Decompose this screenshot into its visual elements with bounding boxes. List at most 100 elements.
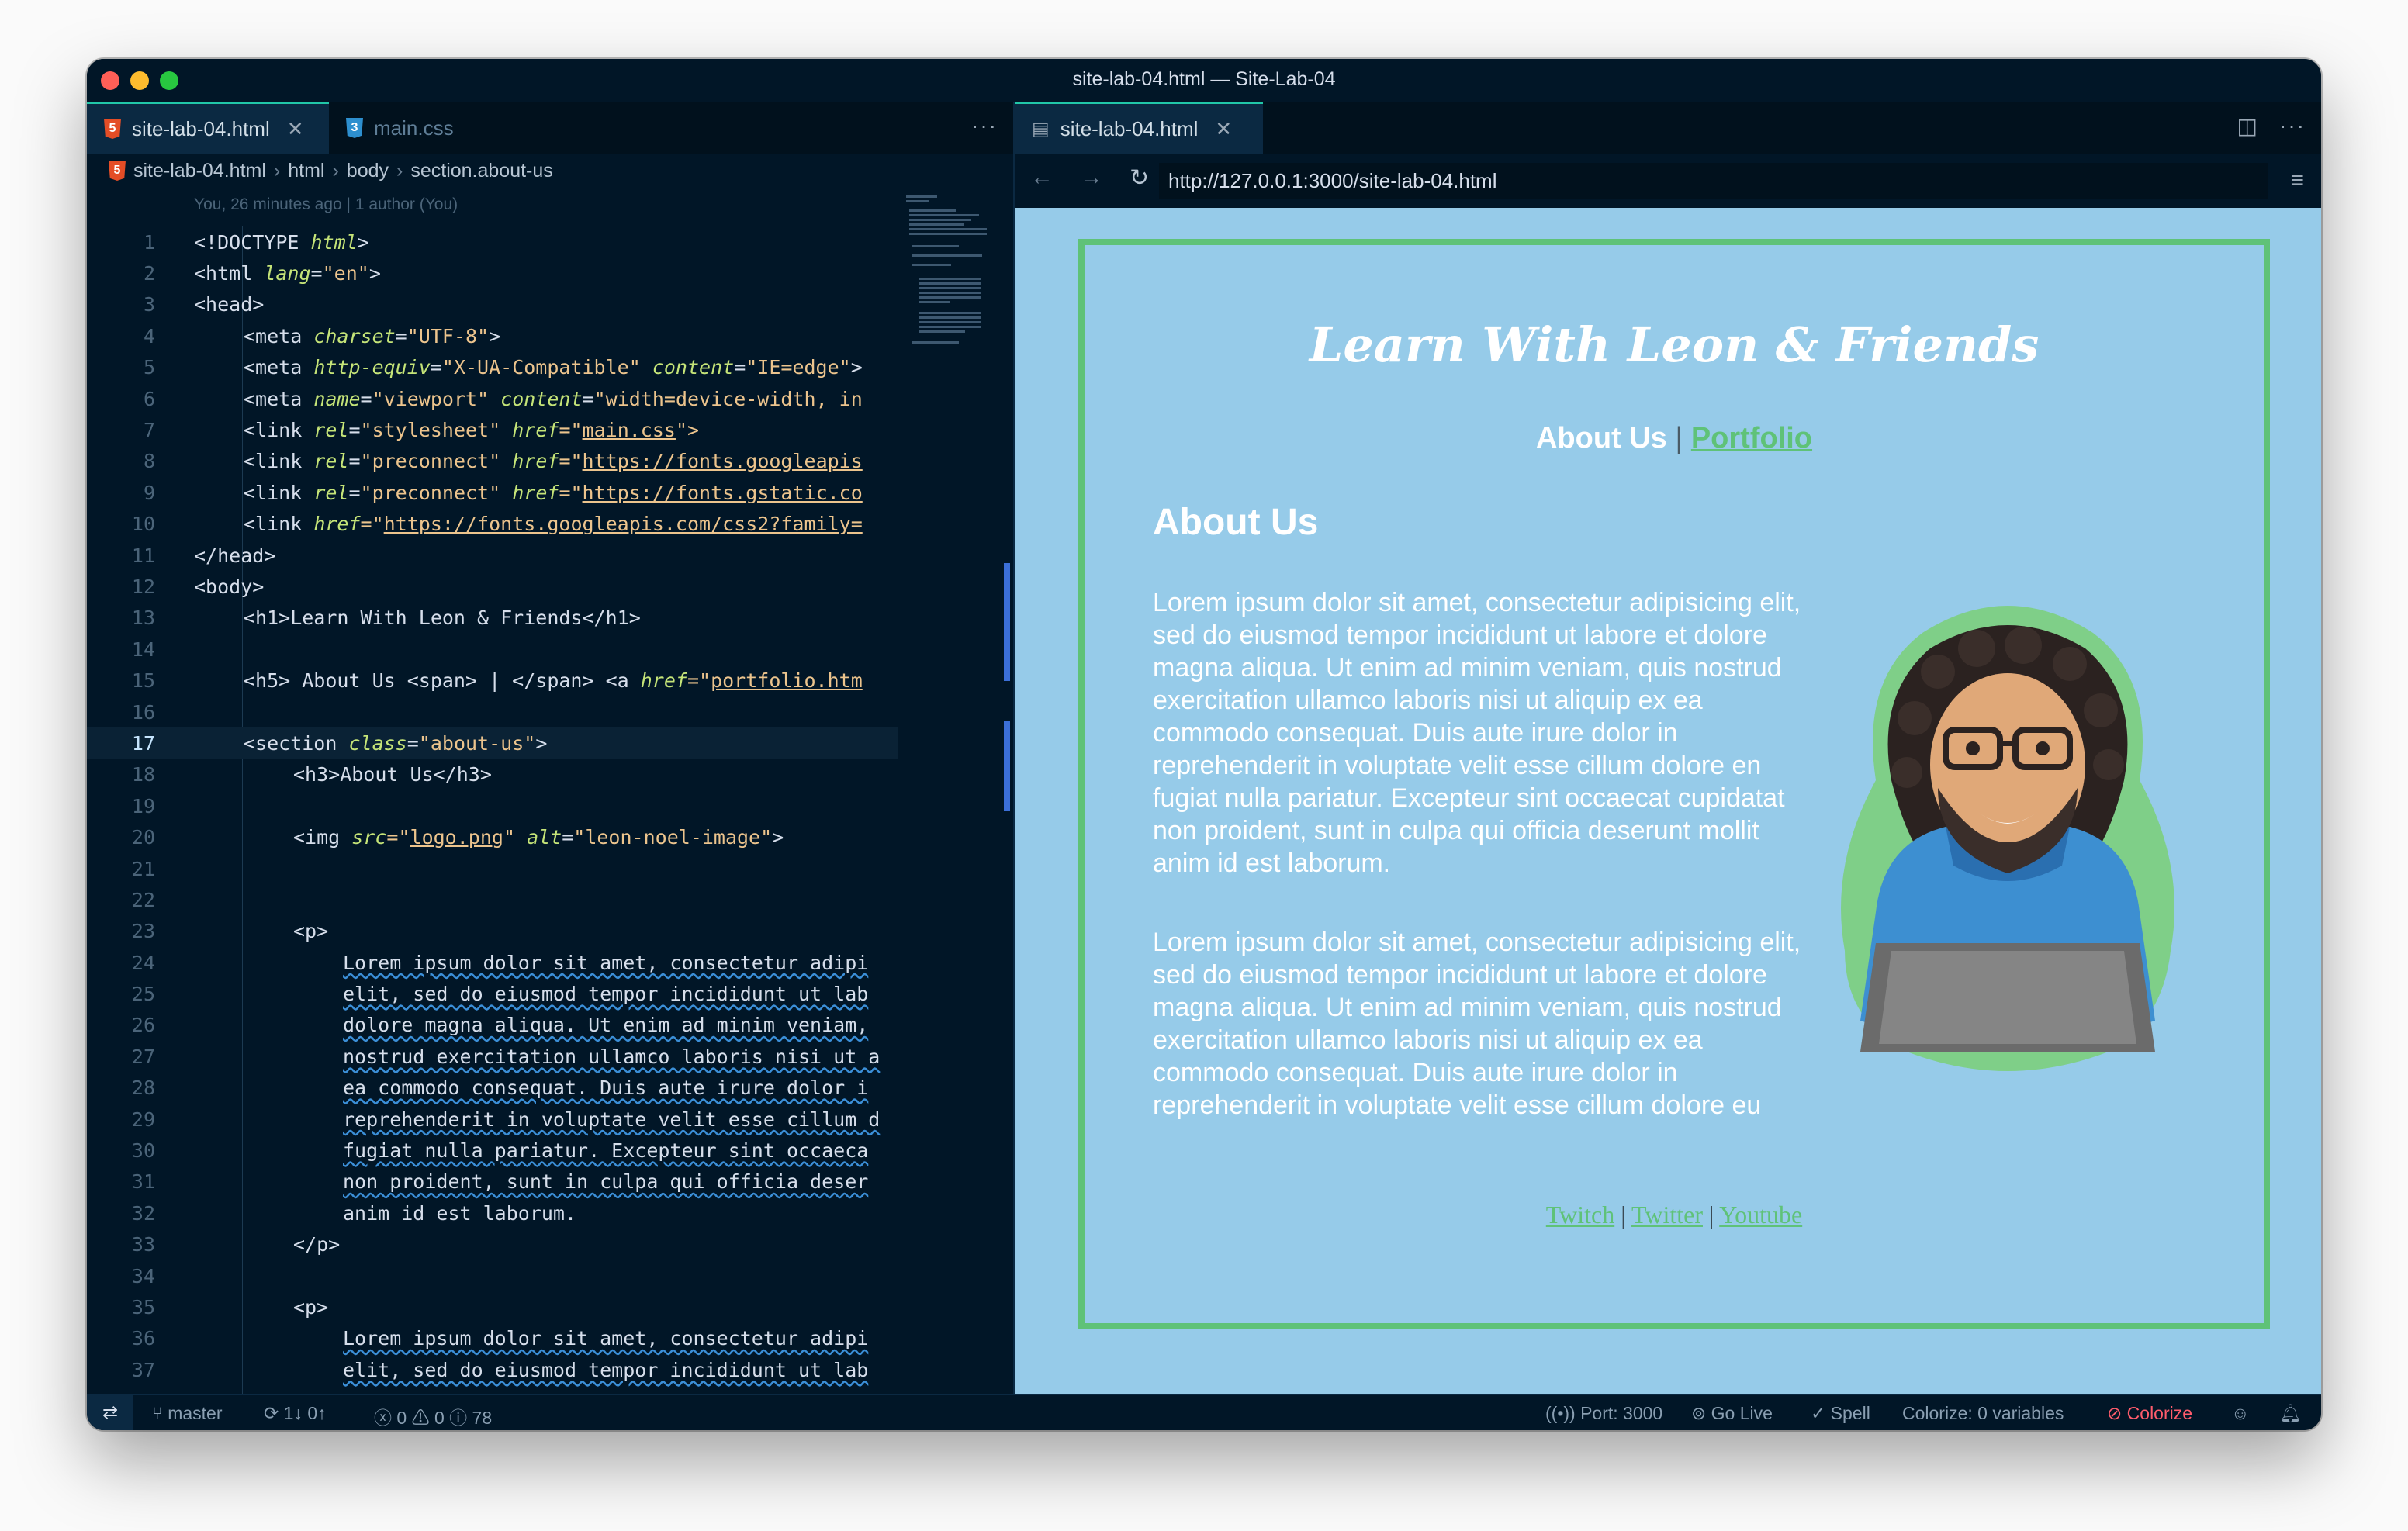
colorize-button[interactable]: ⊘ Colorize: [2107, 1403, 2192, 1424]
code-line: 31 non proident, sunt in culpa qui offici…: [87, 1166, 898, 1197]
chevron-right-icon: ›: [273, 159, 281, 181]
code-line: 21: [87, 853, 898, 884]
about-paragraph-2: Lorem ipsum dolor sit amet, consectetur …: [1153, 926, 2192, 1121]
editor-pane: 5 site-lab-04.html ✕ 3 main.css ··· 5 si…: [87, 102, 1013, 1398]
branch-icon: ⑂: [152, 1403, 168, 1423]
code-line: 13 <h1>Learn With Leon & Friends</h1>: [87, 603, 898, 634]
line-number: 17: [131, 731, 155, 755]
code-line: 22: [87, 884, 898, 915]
line-number: 35: [131, 1295, 155, 1318]
tab-label: site-lab-04.html: [1060, 116, 1199, 140]
status-bar: ⇄ ⑂ master ⟳ 1↓ 0↑ ⓧ 0 ⚠ 0 ⓘ 78 ((•)) Po…: [87, 1394, 2321, 1430]
feedback-icon[interactable]: ☺: [2231, 1403, 2249, 1424]
twitter-link[interactable]: Twitter: [1631, 1201, 1703, 1229]
breadcrumb-file[interactable]: site-lab-04.html: [133, 160, 266, 182]
line-number: 5: [143, 356, 155, 379]
tab-site-lab-04-html[interactable]: 5 site-lab-04.html ✕: [87, 102, 329, 154]
antenna-icon: ⊚: [1691, 1403, 1711, 1423]
reload-icon[interactable]: ↻: [1130, 164, 1149, 192]
line-number: 28: [131, 1077, 155, 1100]
code-line: 19: [87, 790, 898, 821]
breadcrumb-html[interactable]: html: [288, 160, 324, 182]
minimap[interactable]: [898, 188, 998, 1394]
tab-preview[interactable]: ▤ site-lab-04.html ✕: [1015, 102, 1263, 154]
bell-icon[interactable]: 🔔︎: [2279, 1403, 2302, 1424]
code-line: 29 reprehenderit in voluptate velit esse …: [87, 1104, 898, 1135]
css3-icon: 3: [346, 118, 363, 138]
git-branch[interactable]: ⑂ master: [152, 1403, 223, 1424]
chevron-right-icon: ›: [332, 159, 339, 181]
scrollbar-highlight[interactable]: [1004, 563, 1010, 681]
youtube-link[interactable]: Youtube: [1719, 1201, 1802, 1229]
line-number: 25: [131, 983, 155, 1006]
line-number: 27: [131, 1045, 155, 1068]
breadcrumb-section[interactable]: section.about-us: [410, 160, 552, 182]
code-area[interactable]: 1 <!DOCTYPE html> 2 <html lang="en"> 3 <hea…: [87, 226, 898, 1398]
check-icon: ✓: [1811, 1403, 1831, 1423]
go-live-button[interactable]: ⊚ Go Live: [1691, 1403, 1773, 1424]
code-line: 4 <meta charset="UTF-8">: [87, 320, 898, 351]
remote-icon[interactable]: ⇄: [87, 1395, 133, 1430]
code-line: 20 <img src="logo.png" alt="leon-noel-ima…: [87, 821, 898, 852]
preview-tab-bar: ▤ site-lab-04.html ✕ ◫ ···: [1015, 102, 2321, 154]
breadcrumb-body[interactable]: body: [347, 160, 389, 182]
scrollbar-highlight[interactable]: [1004, 721, 1010, 811]
social-links: Twitch | Twitter | Youtube: [1085, 1201, 2264, 1229]
menu-icon[interactable]: ≡: [2290, 168, 2304, 194]
line-number: 19: [131, 794, 155, 817]
forward-icon[interactable]: →: [1080, 164, 1103, 191]
line-number: 1: [143, 230, 155, 254]
code-line: 32 anim id est laborum.: [87, 1197, 898, 1229]
code-line: 37 elit, sed do eiusmod tempor incididunt…: [87, 1354, 898, 1385]
social-separator: |: [1708, 1201, 1714, 1229]
line-number: 16: [131, 700, 155, 724]
line-number: 20: [131, 826, 155, 849]
more-actions-icon[interactable]: ···: [971, 113, 998, 138]
code-line: 11 </head>: [87, 540, 898, 571]
html5-icon: 5: [104, 119, 121, 139]
close-icon[interactable]: ✕: [287, 117, 304, 141]
line-number: 10: [131, 513, 155, 536]
breadcrumb: 5 site-lab-04.html › html › body › secti…: [109, 155, 553, 186]
url-input[interactable]: http://127.0.0.1:3000/site-lab-04.html: [1159, 163, 2268, 199]
code-line: 18 <h3>About Us</h3>: [87, 759, 898, 790]
split-editor-icon[interactable]: ◫: [2237, 113, 2258, 139]
rendered-page: Learn With Leon & Friends About Us | Por…: [1015, 208, 2321, 1394]
line-number: 32: [131, 1201, 155, 1225]
git-sync[interactable]: ⟳ 1↓ 0↑: [264, 1403, 327, 1424]
about-paragraph-1: Lorem ipsum dolor sit amet, consectetur …: [1153, 588, 1801, 878]
problems-indicator[interactable]: ⓧ 0 ⚠ 0 ⓘ 78: [374, 1403, 492, 1429]
chevron-right-icon: ›: [396, 159, 403, 181]
code-line: 14: [87, 634, 898, 665]
code-line: 25 elit, sed do eiusmod tempor incididunt…: [87, 978, 898, 1009]
site-nav: About Us | Portfolio: [1085, 422, 2264, 455]
code-line: 12 <body>: [87, 571, 898, 602]
line-number: 11: [131, 544, 155, 567]
line-number: 4: [143, 324, 155, 347]
code-line: 26 dolore magna aliqua. Ut enim ad minim …: [87, 1010, 898, 1041]
nav-portfolio-link[interactable]: Portfolio: [1691, 422, 1812, 454]
browser-preview-icon: ▤: [1032, 118, 1050, 140]
site-title: Learn With Leon & Friends: [1309, 316, 2040, 373]
code-line: 35 <p>: [87, 1291, 898, 1322]
code-line: 34: [87, 1260, 898, 1291]
tab-main-css[interactable]: 3 main.css: [329, 102, 500, 154]
line-number: 6: [143, 387, 155, 410]
code-line: 7 <link rel="stylesheet" href="main.css">: [87, 414, 898, 445]
code-line: 28 ea commodo consequat. Duis aute irure …: [87, 1073, 898, 1104]
line-number: 2: [143, 262, 155, 285]
more-actions-icon[interactable]: ···: [2279, 113, 2306, 138]
close-icon[interactable]: ✕: [1215, 117, 1232, 141]
social-separator: |: [1621, 1201, 1626, 1229]
twitch-link[interactable]: Twitch: [1546, 1201, 1614, 1229]
git-blame-lens[interactable]: You, 26 minutes ago | 1 author (You): [194, 195, 458, 214]
port-indicator[interactable]: ((•)) Port: 3000: [1545, 1403, 1662, 1424]
line-number: 29: [131, 1108, 155, 1131]
line-number: 9: [143, 481, 155, 504]
back-icon[interactable]: ←: [1030, 164, 1054, 191]
line-number: 24: [131, 951, 155, 974]
spell-check-button[interactable]: ✓ Spell: [1811, 1403, 1870, 1424]
colorize-variables[interactable]: Colorize: 0 variables: [1902, 1403, 2064, 1424]
line-number: 8: [143, 450, 155, 473]
line-number: 3: [143, 293, 155, 316]
